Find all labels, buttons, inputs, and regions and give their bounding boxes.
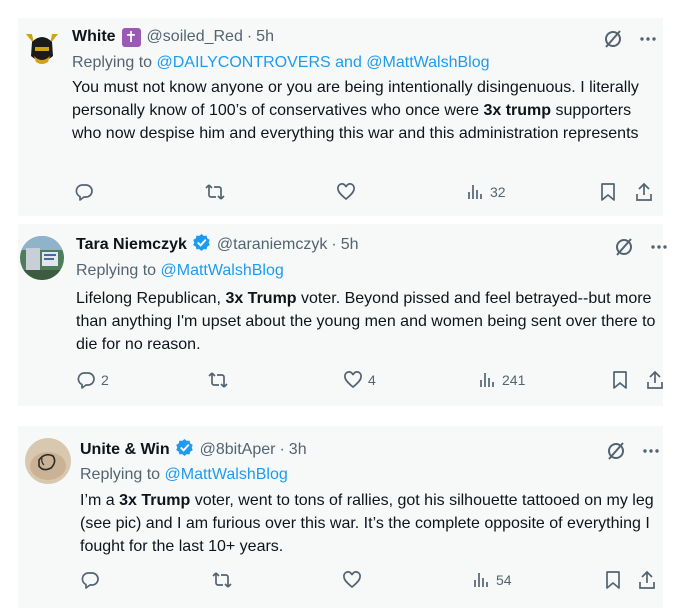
views-button[interactable]: 241	[479, 370, 525, 390]
tweet-header: White ✝ @soiled_Red · 5h	[72, 26, 274, 48]
reply-button[interactable]	[80, 570, 105, 590]
mention-link[interactable]: @MattWalshBlog	[161, 262, 284, 279]
view-count: 54	[496, 572, 512, 588]
replying-prefix: Replying to	[80, 466, 161, 483]
reply-count: 2	[101, 372, 109, 388]
avatar[interactable]	[22, 28, 62, 68]
display-name[interactable]: Unite & Win	[80, 441, 170, 459]
views-button[interactable]: 32	[467, 182, 506, 202]
replying-to: Replying to @MattWalshBlog	[76, 262, 284, 280]
mention-link[interactable]: @DAILYCONTROVERS and @MattWalshBlog	[157, 54, 490, 71]
tweet-card[interactable]: Tara Niemczyk @taraniemczyk · 5h Replyin…	[18, 224, 667, 406]
like-icon	[337, 183, 355, 201]
share-icon	[639, 570, 655, 589]
display-name[interactable]: Tara Niemczyk	[76, 236, 187, 254]
mention-link[interactable]: @MattWalshBlog	[165, 466, 288, 483]
replying-to: Replying to @DAILYCONTROVERS and @MattWa…	[72, 54, 490, 72]
action-bar: 2 4 241	[76, 370, 663, 392]
separator-dot: ·	[246, 28, 253, 45]
timestamp[interactable]: 5h	[341, 236, 359, 254]
repost-button[interactable]	[204, 182, 231, 202]
more-icon[interactable]	[642, 442, 660, 460]
share-icon	[636, 182, 652, 201]
grok-icon[interactable]	[606, 441, 626, 461]
views-icon	[480, 373, 494, 387]
user-handle[interactable]: @8bitAper	[200, 441, 276, 459]
share-button[interactable]	[646, 370, 664, 390]
timestamp[interactable]: 5h	[256, 28, 274, 46]
reply-button[interactable]	[74, 182, 99, 202]
share-button[interactable]	[635, 182, 653, 202]
user-handle[interactable]: @taraniemczyk	[217, 236, 328, 254]
separator-dot: ·	[331, 236, 337, 253]
tweet-card[interactable]: White ✝ @soiled_Red · 5h Replying to @DA…	[18, 18, 663, 216]
repost-icon	[208, 372, 228, 388]
repost-button[interactable]	[207, 370, 234, 390]
display-name[interactable]: White	[72, 28, 116, 46]
like-icon	[344, 371, 362, 389]
user-handle[interactable]: @soiled_Red	[147, 28, 243, 46]
views-icon	[468, 185, 482, 199]
verified-icon	[175, 438, 194, 462]
like-button[interactable]: 4	[343, 370, 376, 390]
tweet-text: Lifelong Republican, 3x Trump voter. Bey…	[76, 290, 656, 353]
tweet-card[interactable]: Unite & Win @8bitAper · 3h Replying to @…	[18, 426, 663, 608]
action-bar: 32	[72, 182, 657, 204]
tweet-header: Unite & Win @8bitAper · 3h	[80, 438, 307, 462]
timestamp[interactable]: 3h	[289, 441, 307, 459]
avatar[interactable]	[20, 236, 64, 280]
reply-button[interactable]: 2	[76, 370, 109, 390]
like-button[interactable]	[342, 570, 367, 590]
views-icon	[474, 573, 488, 587]
like-button[interactable]	[336, 182, 361, 202]
reply-icon	[75, 184, 93, 201]
bookmark-button[interactable]	[604, 570, 622, 590]
share-button[interactable]	[638, 570, 656, 590]
more-icon[interactable]	[650, 238, 668, 256]
views-button[interactable]: 54	[473, 570, 512, 590]
reply-icon	[77, 372, 95, 389]
verified-icon	[192, 233, 211, 257]
bookmark-icon	[606, 571, 620, 589]
replying-prefix: Replying to	[72, 54, 153, 71]
grok-icon[interactable]	[614, 237, 634, 257]
tweet-text: You must not know anyone or you are bein…	[72, 79, 639, 142]
like-icon	[343, 571, 361, 589]
replying-to: Replying to @MattWalshBlog	[80, 466, 288, 484]
tweet-text: I’m a 3x Trump voter, went to tons of ra…	[80, 492, 654, 555]
bookmark-button[interactable]	[611, 370, 629, 390]
tweet-header: Tara Niemczyk @taraniemczyk · 5h	[76, 233, 359, 257]
replying-prefix: Replying to	[76, 262, 157, 279]
repost-button[interactable]	[211, 570, 238, 590]
repost-icon	[205, 184, 225, 200]
view-count: 241	[502, 372, 526, 388]
more-icon[interactable]	[639, 30, 657, 48]
cross-emoji-badge: ✝	[121, 27, 141, 47]
repost-icon	[212, 572, 232, 588]
bookmark-icon	[613, 371, 627, 389]
bookmark-button[interactable]	[599, 182, 617, 202]
reply-icon	[81, 572, 99, 589]
grok-icon[interactable]	[603, 29, 623, 49]
share-icon	[647, 370, 663, 389]
separator-dot: ·	[279, 441, 285, 458]
bookmark-icon	[601, 183, 615, 201]
view-count: 32	[490, 184, 506, 200]
action-bar: 54	[80, 570, 658, 592]
avatar[interactable]	[25, 438, 71, 484]
like-count: 4	[368, 372, 376, 388]
